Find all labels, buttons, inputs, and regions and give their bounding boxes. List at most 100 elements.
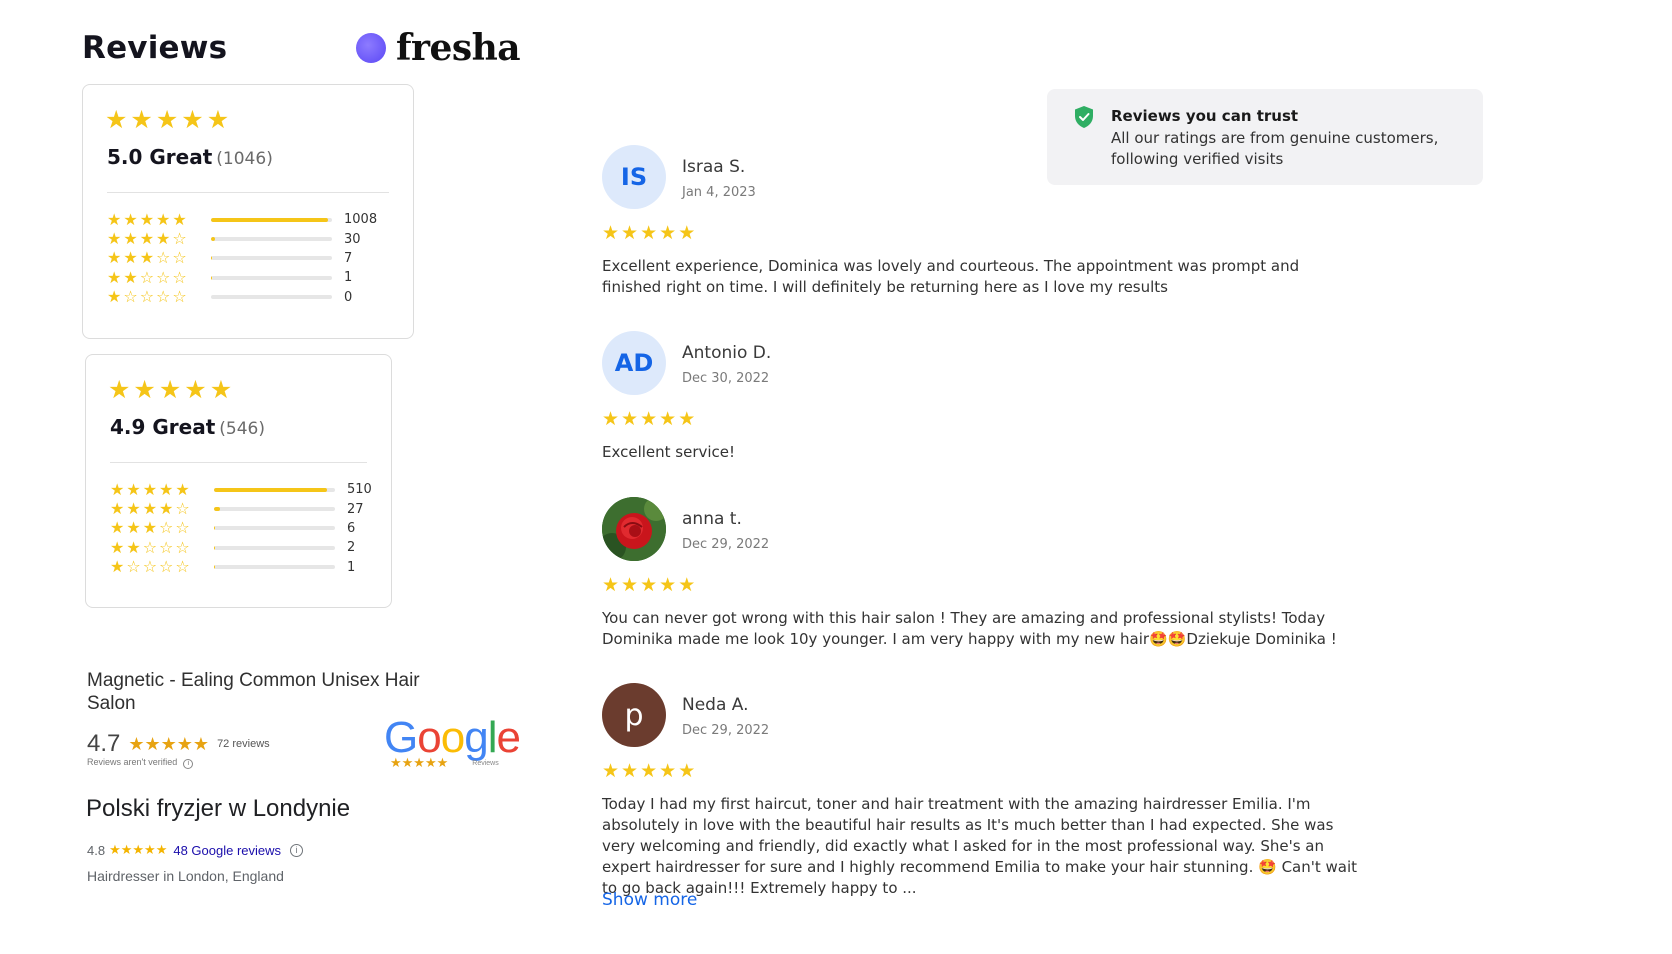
review-text: Excellent experience, Dominica was lovel… [602, 257, 1300, 296]
star-icon: ★ [172, 209, 187, 229]
star-outline-icon: ☆ [126, 557, 141, 577]
star-icon: ★ [602, 408, 620, 430]
distribution-row: ★ ★ ★ ★ ☆ 30 [107, 229, 377, 248]
star-icon: ★ [105, 105, 128, 134]
google-rating: 4.7 ★★★★★ 72 reviews [87, 730, 270, 758]
rating-score: 4.8 [87, 842, 106, 858]
row-stars: ★ ☆ ☆ ☆ ☆ [107, 289, 207, 305]
star-icon: ★ [142, 518, 158, 538]
star-icon: ★ [126, 518, 141, 538]
star-icon: ★ [659, 222, 677, 244]
rating-summary-card: ★ ★ ★ ★ ★ 5.0 Great (1046) ★ ★ ★ ★ ★ 1008 ★ ★ ★ ★ ☆… [82, 84, 414, 339]
star-outline-icon: ☆ [172, 248, 187, 268]
reviewer-name: Israa S. [682, 157, 746, 177]
rating-stars: ★★★★★ [109, 842, 168, 857]
star-icon: ★ [123, 267, 138, 287]
star-outline-icon: ☆ [159, 557, 174, 577]
rating-distribution: ★ ★ ★ ★ ★ 510 ★ ★ ★ ★ ☆ 27 ★ ★ ★ ☆ ☆ 6 ★ ★ ☆ ☆ ☆ 2 ★ ☆ ☆ ☆ ☆ 1 [110, 480, 372, 577]
row-stars: ★ ★ ☆ ☆ ☆ [107, 267, 207, 287]
distribution-bar-fill [211, 237, 215, 242]
star-icon: ★ [659, 408, 677, 430]
star-outline-icon: ☆ [139, 287, 155, 307]
divider [107, 192, 389, 193]
row-stars: ★ ★ ★ ★ ☆ [107, 231, 207, 247]
score-label: 4.9 Great [110, 415, 216, 439]
distribution-bar [211, 295, 332, 300]
review-date: Dec 30, 2022 [682, 371, 770, 386]
review-text: You can never got wrong with this hair s… [602, 609, 1337, 648]
distribution-bar-fill [211, 217, 328, 222]
row-stars: ★ ★ ★ ★ ★ [110, 479, 210, 499]
distribution-row: ★ ★ ★ ★ ★ 510 [110, 480, 372, 499]
avatar: AD [602, 331, 666, 395]
distribution-count: 0 [344, 289, 353, 305]
reviewer-name: Antonio D. [682, 343, 772, 363]
distribution-count: 510 [347, 482, 372, 498]
star-outline-icon: ☆ [156, 267, 171, 287]
rose-photo-icon [602, 497, 666, 561]
google-logo-tag: Reviews [472, 760, 499, 767]
row-stars: ★ ★ ☆ ☆ ☆ [110, 537, 210, 557]
verification-note: Reviews aren't verified i [87, 757, 194, 769]
star-icon: ★ [126, 499, 141, 519]
shield-check-icon [1075, 106, 1093, 128]
review-date: Jan 4, 2023 [682, 185, 756, 200]
star-outline-icon: ☆ [175, 557, 190, 577]
distribution-count: 7 [344, 250, 353, 266]
reviews-count[interactable]: 72 reviews [217, 738, 270, 750]
star-icon: ★ [621, 574, 639, 596]
star-outline-icon: ☆ [175, 518, 190, 538]
distribution-bar [211, 237, 332, 242]
google-reviews-link[interactable]: 48 Google reviews [173, 843, 281, 858]
overall-score: 5.0 Great (1046) [107, 145, 273, 169]
google-rating: 4.8 ★★★★★ 48 Google reviews i [87, 842, 304, 858]
star-icon: ★ [640, 408, 658, 430]
info-icon[interactable]: i [290, 843, 304, 857]
divider [110, 462, 367, 463]
star-outline-icon: ☆ [142, 537, 158, 557]
star-icon: ★ [107, 267, 122, 287]
star-icon: ★ [110, 499, 125, 519]
star-icon: ★ [209, 375, 233, 404]
distribution-bar [211, 275, 332, 280]
distribution-count: 6 [347, 520, 356, 536]
star-icon: ★ [158, 375, 182, 404]
verification-note-text: Reviews aren't verified [87, 757, 178, 767]
distribution-row: ★ ★ ★ ☆ ☆ 6 [110, 519, 372, 538]
rating-summary-card: ★ ★ ★ ★ ★ 4.9 Great (546) ★ ★ ★ ★ ★ 510 ★ ★ ★ ★ ☆ 27… [85, 354, 392, 608]
star-icon: ★ [110, 537, 125, 557]
star-icon: ★ [107, 209, 122, 229]
star-icon: ★ [206, 105, 230, 134]
review-stars: ★ ★ ★ ★ ★ [602, 576, 695, 595]
avatar [602, 497, 666, 561]
review-text: Today I had my first haircut, toner and … [602, 795, 1358, 897]
star-icon: ★ [678, 760, 696, 782]
trust-text: All our ratings are from genuine custome… [1111, 129, 1439, 168]
fresha-logo: fresha [356, 30, 521, 66]
star-outline-icon: ☆ [172, 267, 187, 287]
star-outline-icon: ☆ [159, 518, 174, 538]
review-stars: ★ ★ ★ ★ ★ [602, 224, 695, 243]
star-icon: ★ [678, 408, 696, 430]
show-more-link[interactable]: Show more [602, 890, 697, 910]
info-icon[interactable]: i [183, 759, 194, 769]
star-icon: ★ [184, 375, 207, 404]
star-icon: ★ [107, 248, 122, 268]
star-icon: ★ [110, 479, 125, 499]
star-icon: ★ [159, 499, 174, 519]
distribution-row: ★ ★ ★ ★ ☆ 27 [110, 499, 372, 518]
business-name: Magnetic - Ealing Common Unisex Hair Sal… [87, 670, 420, 714]
distribution-bar [214, 545, 335, 550]
star-outline-icon: ☆ [175, 537, 190, 557]
distribution-bar [214, 487, 335, 492]
star-icon: ★ [156, 209, 171, 229]
star-outline-icon: ☆ [175, 499, 190, 519]
business-name: Polski fryzjer w Londynie [86, 795, 351, 822]
business-type: Hairdresser in London, England [87, 868, 284, 884]
star-icon: ★ [159, 479, 174, 499]
distribution-count: 1008 [344, 212, 378, 228]
row-stars: ★ ★ ★ ☆ ☆ [107, 250, 207, 266]
star-icon: ★ [175, 479, 190, 499]
reviewer-name: anna t. [682, 509, 742, 529]
review-date: Dec 29, 2022 [682, 723, 770, 738]
